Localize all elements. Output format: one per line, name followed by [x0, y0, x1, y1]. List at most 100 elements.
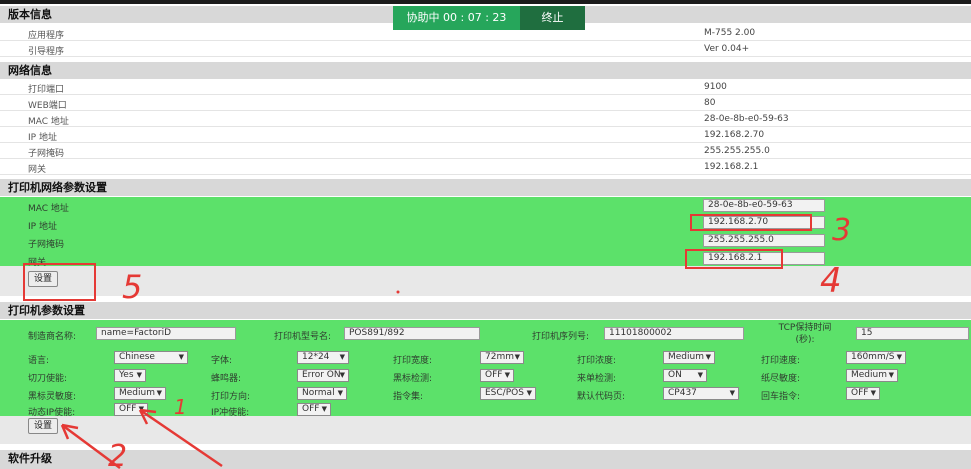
serial-input[interactable]: 11101800002 [604, 327, 744, 340]
tcp-input[interactable]: 15 [856, 327, 969, 340]
print-width-label: 打印宽度: [393, 356, 433, 366]
info-row: WEB端口 80 [0, 95, 971, 111]
print-width-select[interactable]: 72mm ▼ [480, 351, 524, 364]
section-upgrade-header: 软件升级 [0, 450, 971, 469]
remote-assist-bar: 协助中 00 : 07 : 23 终止 [393, 6, 585, 30]
cutter-label: 切刀使能: [28, 374, 68, 384]
order-detect-label: 来单检测: [577, 374, 617, 384]
info-row: 引导程序 Ver 0.04+ [0, 41, 971, 57]
maker-input[interactable]: name=FactoriD [96, 327, 236, 340]
select-value: CP437 [668, 388, 697, 398]
paper-sens-select[interactable]: Medium ▼ [846, 369, 898, 382]
speed-label: 打印速度: [761, 356, 801, 366]
font-label: 字体: [211, 356, 233, 366]
select-value: Error ON [302, 370, 341, 380]
info-label: 引导程序 [28, 47, 65, 57]
bm-sensitivity-label: 黑标灵敏度: [28, 392, 77, 402]
section-printer-settings-header: 打印机参数设置 [0, 302, 971, 319]
direction-select[interactable]: Normal ▼ [297, 387, 347, 400]
blackmark-select[interactable]: OFF ▼ [480, 369, 514, 382]
info-row: 子网掩码 255.255.255.0 [0, 143, 971, 159]
dropdown-arrow-icon: ▼ [896, 353, 902, 361]
select-value: 12*24 [302, 352, 330, 362]
select-value: Chinese [119, 352, 155, 362]
dropdown-arrow-icon: ▼ [136, 371, 142, 379]
select-value: OFF [485, 370, 503, 380]
maker-label: 制造商名称: [28, 332, 77, 342]
mask-label: 子网掩码 [28, 240, 65, 250]
dhcp-select[interactable]: OFF ▼ [114, 403, 148, 416]
dropdown-arrow-icon: ▼ [729, 389, 735, 397]
info-value: 28-0e-8b-e0-59-63 [704, 114, 789, 124]
section-net-settings-header: 打印机网络参数设置 [0, 179, 971, 196]
info-value: 255.255.255.0 [704, 146, 770, 156]
printer-settings-save-button[interactable]: 设置 [28, 418, 58, 434]
dropdown-arrow-icon: ▼ [178, 353, 184, 361]
dropdown-arrow-icon: ▼ [888, 371, 894, 379]
direction-label: 打印方向: [211, 392, 251, 402]
select-value: OFF [851, 388, 869, 398]
buzzer-label: 蜂鸣器: [211, 374, 242, 384]
info-value: 9100 [704, 82, 727, 92]
dropdown-arrow-icon: ▼ [321, 405, 327, 413]
dropdown-arrow-icon: ▼ [138, 405, 144, 413]
select-value: 72mm [485, 352, 514, 362]
dropdown-arrow-icon: ▼ [697, 371, 703, 379]
blackmark-label: 黑标检测: [393, 374, 433, 384]
info-label: 应用程序 [28, 31, 65, 41]
annotation-box-gateway [685, 249, 783, 269]
info-label: IP 地址 [28, 133, 57, 143]
annotation-box-set-button [23, 263, 96, 301]
bm-sensitivity-select[interactable]: Medium ▼ [114, 387, 166, 400]
dropdown-arrow-icon: ▼ [504, 371, 510, 379]
dropdown-arrow-icon: ▼ [156, 389, 162, 397]
font-select[interactable]: 12*24 ▼ [297, 351, 349, 364]
info-label: MAC 地址 [28, 117, 69, 127]
model-input[interactable]: POS891/892 [344, 327, 480, 340]
dropdown-arrow-icon: ▼ [514, 353, 520, 361]
ip-check-select[interactable]: OFF ▼ [297, 403, 331, 416]
buzzer-select[interactable]: Error ON ▼ [297, 369, 349, 382]
info-row: MAC 地址 28-0e-8b-e0-59-63 [0, 111, 971, 127]
select-value: OFF [119, 404, 137, 414]
density-label: 打印浓度: [577, 356, 617, 366]
tcp-label: TCP保持时间(秒): [778, 323, 832, 345]
dropdown-arrow-icon: ▼ [705, 353, 711, 361]
density-select[interactable]: Medium ▼ [663, 351, 715, 364]
assist-stop-button[interactable]: 终止 [520, 6, 585, 30]
info-value: M-755 2.00 [704, 28, 756, 38]
info-label: 网关 [28, 165, 47, 175]
ip-label: IP 地址 [28, 222, 57, 232]
language-select[interactable]: Chinese ▼ [114, 351, 188, 364]
mask-input[interactable]: 255.255.255.0 [703, 234, 825, 247]
dropdown-arrow-icon: ▼ [339, 353, 345, 361]
info-value: Ver 0.04+ [704, 44, 750, 54]
section-network-header: 网络信息 [0, 62, 971, 79]
select-value: Yes [119, 370, 134, 380]
info-value: 192.168.2.70 [704, 130, 765, 140]
language-label: 语言: [28, 356, 50, 366]
select-value: Normal [302, 388, 335, 398]
printer-settings-footer: 设置 [0, 416, 971, 444]
cr-label: 回车指令: [761, 392, 801, 402]
cmdset-select[interactable]: ESC/POS ▼ [480, 387, 536, 400]
model-label: 打印机型号名: [274, 332, 332, 342]
serial-label: 打印机序列号: [532, 332, 590, 342]
paper-sens-label: 纸尽敏度: [761, 374, 801, 384]
info-label: 打印端口 [28, 85, 65, 95]
speed-select[interactable]: 160mm/S ▼ [846, 351, 906, 364]
cr-select[interactable]: OFF ▼ [846, 387, 880, 400]
info-value: 80 [704, 98, 716, 108]
cutter-select[interactable]: Yes ▼ [114, 369, 146, 382]
mac-input[interactable]: 28-0e-8b-e0-59-63 [703, 199, 825, 212]
select-value: ON [668, 370, 682, 380]
select-value: Medium [119, 388, 155, 398]
dropdown-arrow-icon: ▼ [870, 389, 876, 397]
select-value: OFF [302, 404, 320, 414]
codepage-select[interactable]: CP437 ▼ [663, 387, 739, 400]
order-detect-select[interactable]: ON ▼ [663, 369, 707, 382]
info-row: 网关 192.168.2.1 [0, 159, 971, 175]
info-label: 子网掩码 [28, 149, 65, 159]
codepage-label: 默认代码页: [577, 392, 626, 402]
select-value: Medium [668, 352, 704, 362]
